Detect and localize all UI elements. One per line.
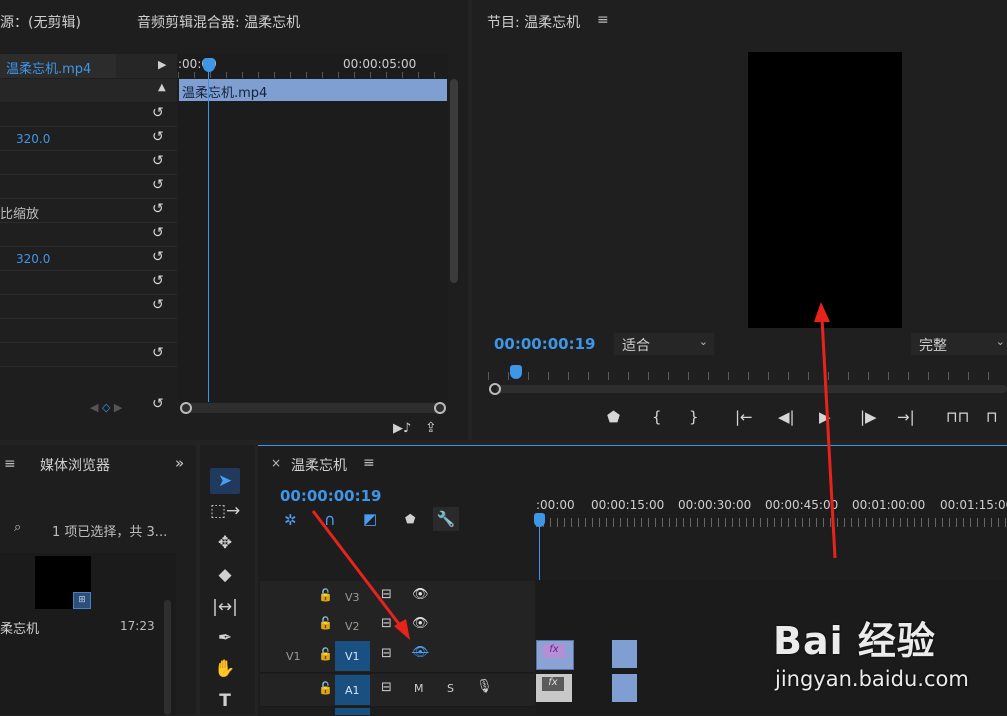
arrow-to-monitor-line	[820, 317, 837, 559]
paw-icon	[840, 624, 880, 664]
watermark-url: jingyan.baidu.com	[775, 667, 969, 691]
arrow-to-eye-line	[311, 510, 404, 629]
arrow-to-monitor-head	[814, 302, 830, 322]
annotation-arrows	[311, 302, 837, 640]
